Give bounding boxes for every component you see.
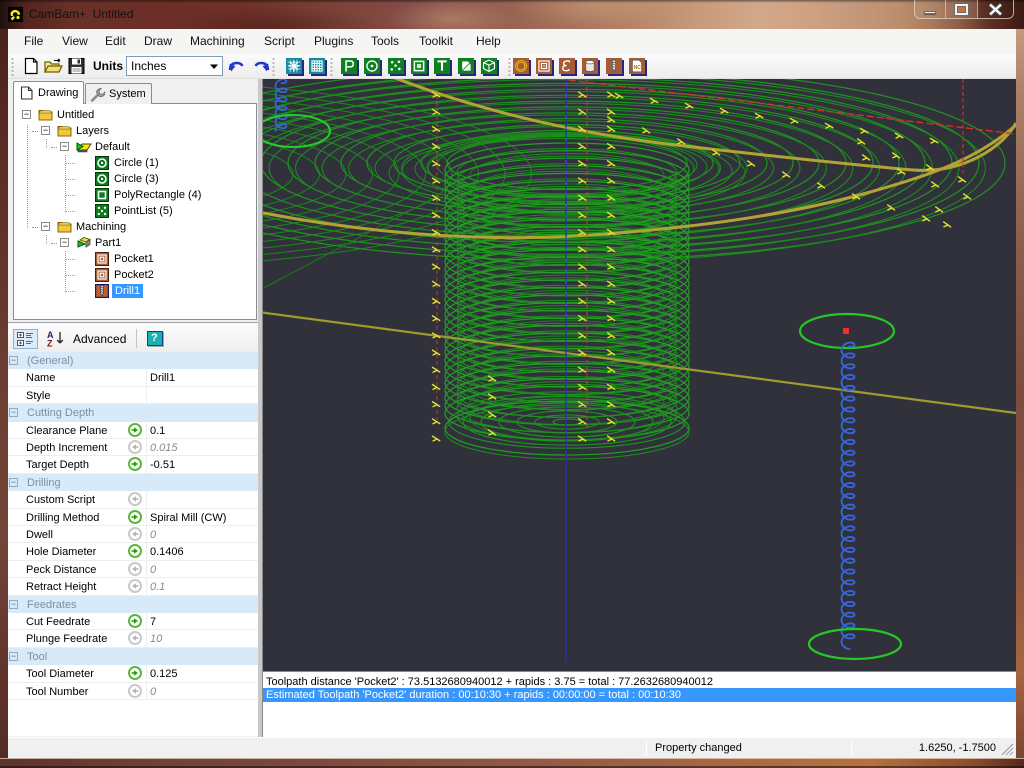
svg-text:Z: Z <box>47 339 53 348</box>
svg-text:NC: NC <box>634 65 642 71</box>
